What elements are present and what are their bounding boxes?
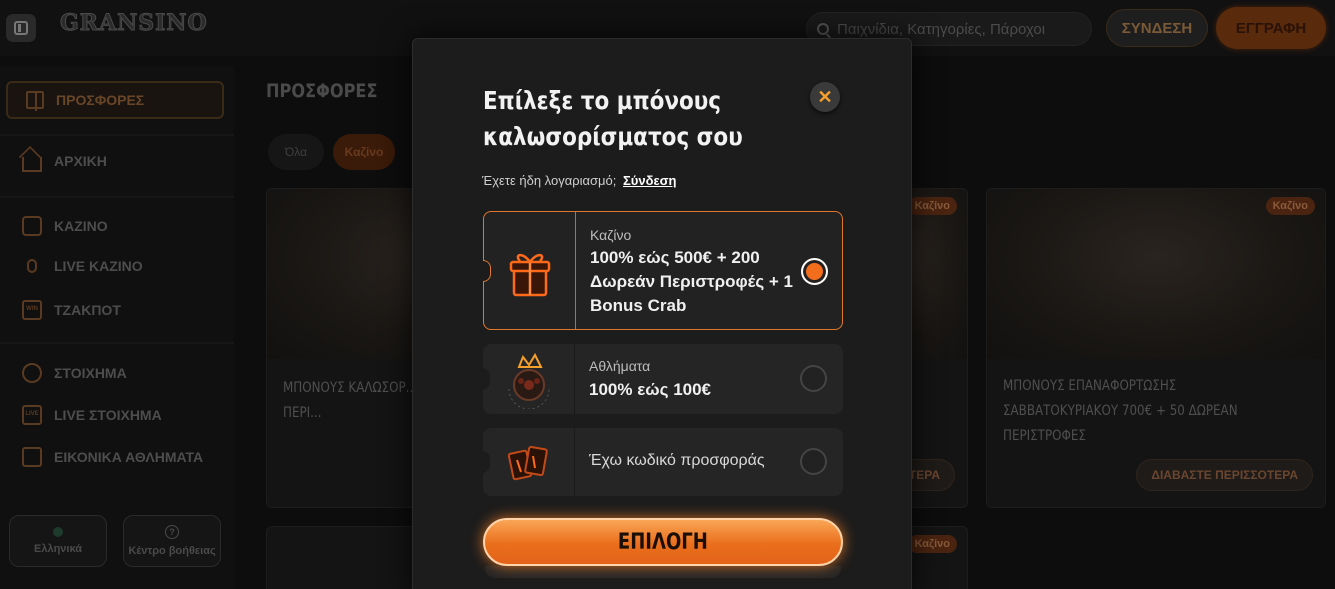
- app-root: GRANSINO ΣΥΝΔΕΣΗ ΕΓΓΡΑΦΗ ΠΡΟΣΦΟΡΕΣ ΑΡΧΙΚ…: [0, 0, 1335, 589]
- sidebar-item-label: ΣΤΟΙΧΗΜΑ: [54, 365, 127, 381]
- sidebar-item-casino[interactable]: ΚΑΖΙΝΟ: [22, 216, 108, 236]
- sidebar-item-virtual-sports[interactable]: ΕΙΚΟΝΙΚΑ ΑΘΛΗΜΑΤΑ: [22, 447, 203, 467]
- gift-icon: [484, 212, 576, 329]
- login-link[interactable]: Σύνδεση: [623, 173, 677, 188]
- win-icon: WIN: [22, 300, 42, 320]
- hand-icon: [22, 216, 42, 236]
- globe-icon: [53, 527, 63, 537]
- bonus-category: Καζίνο: [590, 227, 632, 243]
- sidebar-item-betting[interactable]: ΣΤΟΙΧΗΜΑ: [22, 363, 127, 383]
- filter-casino[interactable]: Καζίνο: [333, 134, 395, 170]
- sidebar-item-live-betting[interactable]: LIVE LIVE ΣΤΟΙΧΗΜΑ: [22, 405, 162, 425]
- sidebar-item-label: LIVE ΚΑΖΙΝΟ: [54, 258, 143, 274]
- sidebar-item-live-casino[interactable]: LIVE ΚΑΖΙΝΟ: [22, 258, 143, 274]
- bonus-option-promo-code[interactable]: Έχω κωδικό προσφοράς: [482, 428, 843, 496]
- help-icon: ?: [165, 525, 179, 539]
- read-more-button[interactable]: ΔΙΑΒΑΣΤΕ ΠΕΡΙΣΣΟΤΕΡΑ: [1136, 459, 1313, 491]
- category-badge: Καζίνο: [907, 197, 957, 215]
- category-badge: Καζίνο: [907, 535, 957, 553]
- sidebar: ΠΡΟΣΦΟΡΕΣ ΑΡΧΙΚΗ ΚΑΖΙΝΟ LIVE ΚΑΖΙΝΟ WIN …: [0, 66, 234, 589]
- sidebar-item-label: ΚΑΖΙΝΟ: [54, 218, 108, 234]
- close-icon: ✕: [817, 86, 833, 107]
- radio-unselected[interactable]: [800, 365, 827, 392]
- sidebar-item-promotions[interactable]: ΠΡΟΣΦΟΡΕΣ: [6, 81, 224, 119]
- sidebar-item-label: ΑΡΧΙΚΗ: [54, 153, 107, 169]
- login-button[interactable]: ΣΥΝΔΕΣΗ: [1106, 9, 1208, 47]
- close-button[interactable]: ✕: [810, 82, 840, 112]
- select-button[interactable]: ΕΠΙΛΟΓΗ: [483, 518, 843, 566]
- radio-unselected[interactable]: [800, 448, 827, 475]
- cta-shadow: [485, 566, 841, 578]
- crowned-ball-icon: [483, 344, 575, 414]
- sidebar-item-label: ΤΖΑΚΠΟΤ: [54, 302, 121, 318]
- tickets-icon: [483, 428, 575, 496]
- language-selector[interactable]: Ελληνικά: [9, 515, 107, 567]
- page-title: ΠΡΟΣΦΟΡΕΣ: [266, 80, 378, 102]
- bonus-headline: 100% εώς 500€ + 200 Δωρεάν Περιστροφές +…: [590, 248, 793, 315]
- promo-card-title: ΜΠΟΝΟΥΣ ΕΠΑΝΑΦΟΡΤΩΣΗΣ ΣΑΒΒΑΤΟΚΥΡΙΑΚΟΥ 70…: [1003, 378, 1238, 444]
- sidebar-item-label: ΕΙΚΟΝΙΚΑ ΑΘΛΗΜΑΤΑ: [54, 449, 204, 465]
- sidebar-toggle-button[interactable]: [6, 14, 36, 42]
- language-label: Ελληνικά: [34, 543, 82, 555]
- sidebar-item-label: LIVE ΣΤΟΙΧΗΜΑ: [54, 407, 162, 423]
- ball-icon: [22, 363, 42, 383]
- bonus-headline: Έχω κωδικό προσφοράς: [589, 452, 765, 469]
- sidebar-toggle-icon: [14, 21, 28, 35]
- bonus-option-casino[interactable]: Καζίνο 100% εώς 500€ + 200 Δωρεάν Περιστ…: [483, 211, 843, 330]
- promo-card[interactable]: Καζίνο ΜΠΟΝΟΥΣ ΕΠΑΝΑΦΟΡΤΩΣΗΣ ΣΑΒΒΑΤΟΚΥΡΙ…: [986, 188, 1326, 508]
- modal-title: Επίλεξε το μπόνους καλωσορίσματος σου: [483, 86, 743, 151]
- search-icon: [817, 23, 829, 35]
- bonus-category: Αθλήματα: [589, 358, 651, 374]
- help-label: Κέντρο βοήθειας: [128, 545, 216, 557]
- select-button-label: ΕΠΙΛΟΓΗ: [617, 529, 709, 555]
- account-prompt-text: Έχετε ήδη λογαριασμό;: [482, 173, 617, 188]
- account-prompt: Έχετε ήδη λογαριασμό; Σύνδεση: [482, 173, 677, 188]
- search-input[interactable]: [837, 20, 1077, 38]
- welcome-bonus-modal: Επίλεξε το μπόνους καλωσορίσματος σου ✕ …: [412, 38, 912, 589]
- help-center-button[interactable]: ? Κέντρο βοήθειας: [123, 515, 221, 567]
- bonus-option-sports[interactable]: Αθλήματα 100% εώς 100€: [482, 344, 843, 414]
- mic-icon: [27, 259, 37, 273]
- live-icon: LIVE: [22, 405, 42, 425]
- sidebar-item-label: ΠΡΟΣΦΟΡΕΣ: [56, 92, 145, 108]
- sidebar-divider: [0, 196, 234, 198]
- virtual-icon: [22, 447, 42, 467]
- sidebar-divider: [0, 342, 234, 344]
- sidebar-divider: [0, 134, 234, 136]
- sidebar-item-jackpot[interactable]: WIN ΤΖΑΚΠΟΤ: [22, 300, 121, 320]
- radio-selected[interactable]: [801, 258, 828, 285]
- gift-icon: [26, 91, 44, 111]
- filter-all[interactable]: Όλα: [268, 134, 324, 170]
- register-button[interactable]: ΕΓΓΡΑΦΗ: [1216, 7, 1326, 49]
- bonus-headline: 100% εώς 100€: [589, 380, 712, 399]
- logo[interactable]: GRANSINO: [60, 10, 208, 37]
- category-badge: Καζίνο: [1265, 197, 1315, 215]
- sidebar-item-home[interactable]: ΑΡΧΙΚΗ: [22, 153, 107, 172]
- home-icon: [22, 156, 42, 172]
